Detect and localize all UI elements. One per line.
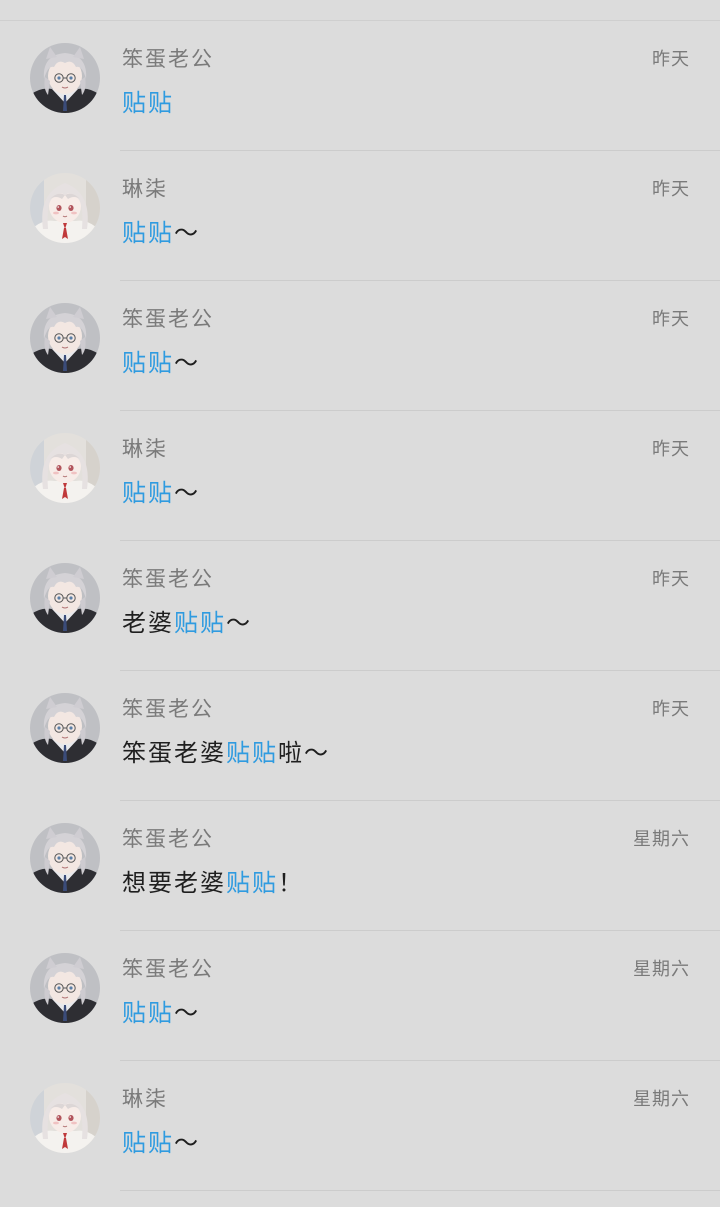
message-text: 啦～: [278, 739, 330, 767]
message-time: 昨天: [652, 49, 690, 70]
message-preview: 老婆贴贴～: [122, 603, 252, 638]
conversation-row[interactable]: 笨蛋老公 星期六想要老婆贴贴！: [0, 801, 720, 931]
message-time: 星期六: [633, 959, 690, 980]
conversation-row[interactable]: 笨蛋老公 昨天笨蛋老婆贴贴啦～: [0, 671, 720, 801]
conversation-row[interactable]: 琳柒 星期六贴贴～: [0, 1061, 720, 1191]
message-text: 笨蛋老婆: [122, 739, 226, 767]
message-time: 昨天: [652, 309, 690, 330]
message-text: ～: [174, 1129, 200, 1157]
highlighted-keyword: 贴贴: [122, 349, 174, 377]
message-preview: 贴贴～: [122, 993, 200, 1028]
message-time: 昨天: [652, 439, 690, 460]
message-time: 昨天: [652, 179, 690, 200]
contact-name: 笨蛋老公: [122, 957, 214, 981]
message-text: 老婆: [122, 609, 174, 637]
male-avatar-icon[interactable]: [30, 43, 100, 113]
conversation-row[interactable]: 笨蛋老公 昨天贴贴～: [0, 281, 720, 411]
male-avatar-icon[interactable]: [30, 823, 100, 893]
message-time: 星期六: [633, 1089, 690, 1110]
message-preview: 贴贴～: [122, 343, 200, 378]
contact-name: 琳柒: [122, 177, 168, 201]
female-avatar-icon[interactable]: [30, 1083, 100, 1153]
message-preview: 贴贴～: [122, 473, 200, 508]
highlighted-keyword: 贴贴: [122, 219, 174, 247]
message-preview: 想要老婆贴贴！: [122, 863, 304, 898]
contact-name: 笨蛋老公: [122, 307, 214, 331]
male-avatar-icon[interactable]: [30, 953, 100, 1023]
contact-name: 笨蛋老公: [122, 47, 214, 71]
conversation-row[interactable]: 笨蛋老公 星期六贴贴～: [0, 931, 720, 1061]
message-time: 昨天: [652, 699, 690, 720]
message-preview: 贴贴～: [122, 213, 200, 248]
conversation-row[interactable]: 笨蛋老公 昨天老婆贴贴～: [0, 541, 720, 671]
contact-name: 笨蛋老公: [122, 697, 214, 721]
contact-name: 琳柒: [122, 1087, 168, 1111]
male-avatar-icon[interactable]: [30, 303, 100, 373]
highlighted-keyword: 贴贴: [226, 739, 278, 767]
message-text: ～: [174, 999, 200, 1027]
message-text: ～: [226, 609, 252, 637]
message-preview: 贴贴～: [122, 1123, 200, 1158]
highlighted-keyword: 贴贴: [122, 999, 174, 1027]
conversation-row[interactable]: 琳柒 昨天贴贴～: [0, 151, 720, 281]
highlighted-keyword: 贴贴: [174, 609, 226, 637]
highlighted-keyword: 贴贴: [122, 1129, 174, 1157]
message-text: ～: [174, 219, 200, 247]
message-preview: 笨蛋老婆贴贴啦～: [122, 733, 330, 768]
message-time: 昨天: [652, 569, 690, 590]
conversation-row[interactable]: 琳柒 昨天贴贴～: [0, 411, 720, 541]
contact-name: 笨蛋老公: [122, 567, 214, 591]
highlighted-keyword: 贴贴: [226, 869, 278, 897]
message-time: 星期六: [633, 829, 690, 850]
conversation-row[interactable]: 笨蛋老公 昨天贴贴: [0, 21, 720, 151]
message-list: 笨蛋老公 昨天 贴贴 琳柒 昨天 贴贴～ 笨蛋老公 昨天 贴贴～ 琳柒 昨天 贴…: [0, 21, 720, 1191]
message-preview: 贴贴: [122, 83, 174, 118]
male-avatar-icon[interactable]: [30, 563, 100, 633]
contact-name: 琳柒: [122, 437, 168, 461]
highlighted-keyword: 贴贴: [122, 479, 174, 507]
contact-name: 笨蛋老公: [122, 827, 214, 851]
message-text: 想要老婆: [122, 869, 226, 897]
female-avatar-icon[interactable]: [30, 173, 100, 243]
message-text: ！: [278, 869, 304, 897]
female-avatar-icon[interactable]: [30, 433, 100, 503]
message-text: ～: [174, 479, 200, 507]
message-text: ～: [174, 349, 200, 377]
highlighted-keyword: 贴贴: [122, 89, 174, 117]
male-avatar-icon[interactable]: [30, 693, 100, 763]
